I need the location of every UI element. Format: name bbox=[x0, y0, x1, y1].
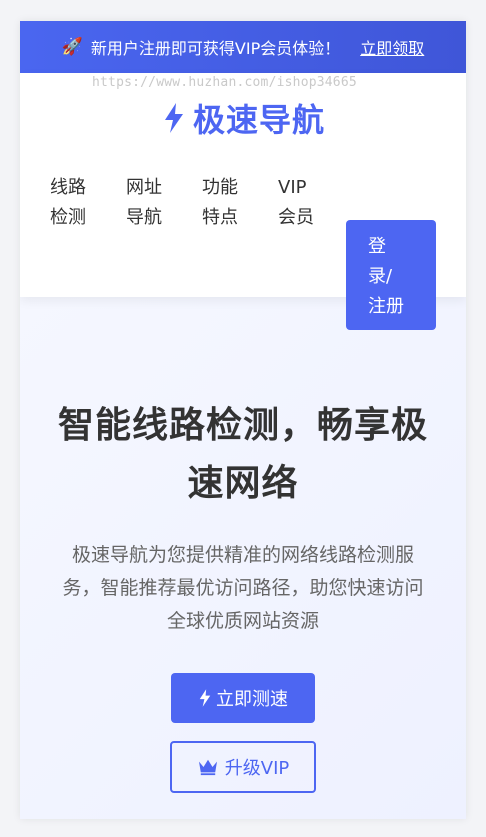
nav-label: 特点 bbox=[202, 207, 238, 228]
speed-test-label: 立即测速 bbox=[216, 689, 288, 710]
hero-section: 智能线路检测，畅享极 速网络 极速导航为您提供精准的网络线路检测服 务，智能推荐… bbox=[20, 297, 466, 819]
watermark-text: https://www.huzhan.com/ishop34665 bbox=[92, 75, 357, 90]
nav-label: 线路 bbox=[50, 177, 86, 198]
login-label: 录/ bbox=[368, 266, 393, 287]
promo-claim-link[interactable]: 立即领取 bbox=[360, 35, 424, 59]
login-label: 注册 bbox=[368, 296, 404, 317]
nav-label: 导航 bbox=[126, 207, 162, 228]
nav-label: 功能 bbox=[202, 177, 238, 198]
hero-title-line: 速网络 bbox=[187, 463, 299, 504]
nav-label: 会员 bbox=[278, 207, 314, 228]
promo-text: 新用户注册即可获得VIP会员体验！ bbox=[90, 39, 341, 58]
hero-title: 智能线路检测，畅享极 速网络 bbox=[40, 397, 446, 513]
login-label: 登 bbox=[368, 236, 386, 257]
nav-label: VIP bbox=[278, 177, 307, 198]
hero-description: 极速导航为您提供精准的网络线路检测服 务，智能推荐最优访问路径，助您快速访问 全… bbox=[38, 539, 448, 638]
upgrade-vip-label: 升级VIP bbox=[224, 758, 290, 779]
bolt-icon bbox=[164, 103, 183, 133]
login-register-button[interactable]: 登 录/ 注册 bbox=[346, 220, 436, 330]
crown-icon bbox=[198, 759, 217, 776]
main-nav: 线路 检测 网址 导航 功能 特点 VIP 会员 bbox=[50, 173, 354, 233]
nav-label: 检测 bbox=[50, 207, 86, 228]
promo-bar: 🚀 新用户注册即可获得VIP会员体验！ 立即领取 bbox=[20, 21, 466, 73]
brand-name: 极速导航 bbox=[192, 101, 325, 139]
site-header: https://www.huzhan.com/ishop34665 极速导航 线… bbox=[20, 73, 466, 330]
nav-label: 网址 bbox=[126, 177, 162, 198]
nav-item-vip[interactable]: VIP 会员 bbox=[278, 173, 354, 233]
nav-item-line-check[interactable]: 线路 检测 bbox=[50, 173, 126, 233]
page-frame: 🚀 新用户注册即可获得VIP会员体验！ 立即领取 https://www.huz… bbox=[20, 21, 466, 819]
speed-test-button[interactable]: 立即测速 bbox=[171, 673, 315, 723]
bolt-icon bbox=[199, 689, 211, 707]
hero-desc-line: 全球优质网站资源 bbox=[166, 610, 319, 632]
nav-item-url-nav[interactable]: 网址 导航 bbox=[126, 173, 202, 233]
nav-item-features[interactable]: 功能 特点 bbox=[202, 173, 278, 233]
hero-title-line: 智能线路检测，畅享极 bbox=[57, 405, 428, 446]
hero-desc-line: 极速导航为您提供精准的网络线路检测服 bbox=[71, 544, 414, 566]
hero-desc-line: 务，智能推荐最优访问路径，助您快速访问 bbox=[62, 577, 424, 599]
brand-logo[interactable]: 极速导航 bbox=[20, 95, 466, 141]
rocket-icon: 🚀 bbox=[61, 37, 83, 57]
upgrade-vip-button[interactable]: 升级VIP bbox=[170, 741, 316, 793]
